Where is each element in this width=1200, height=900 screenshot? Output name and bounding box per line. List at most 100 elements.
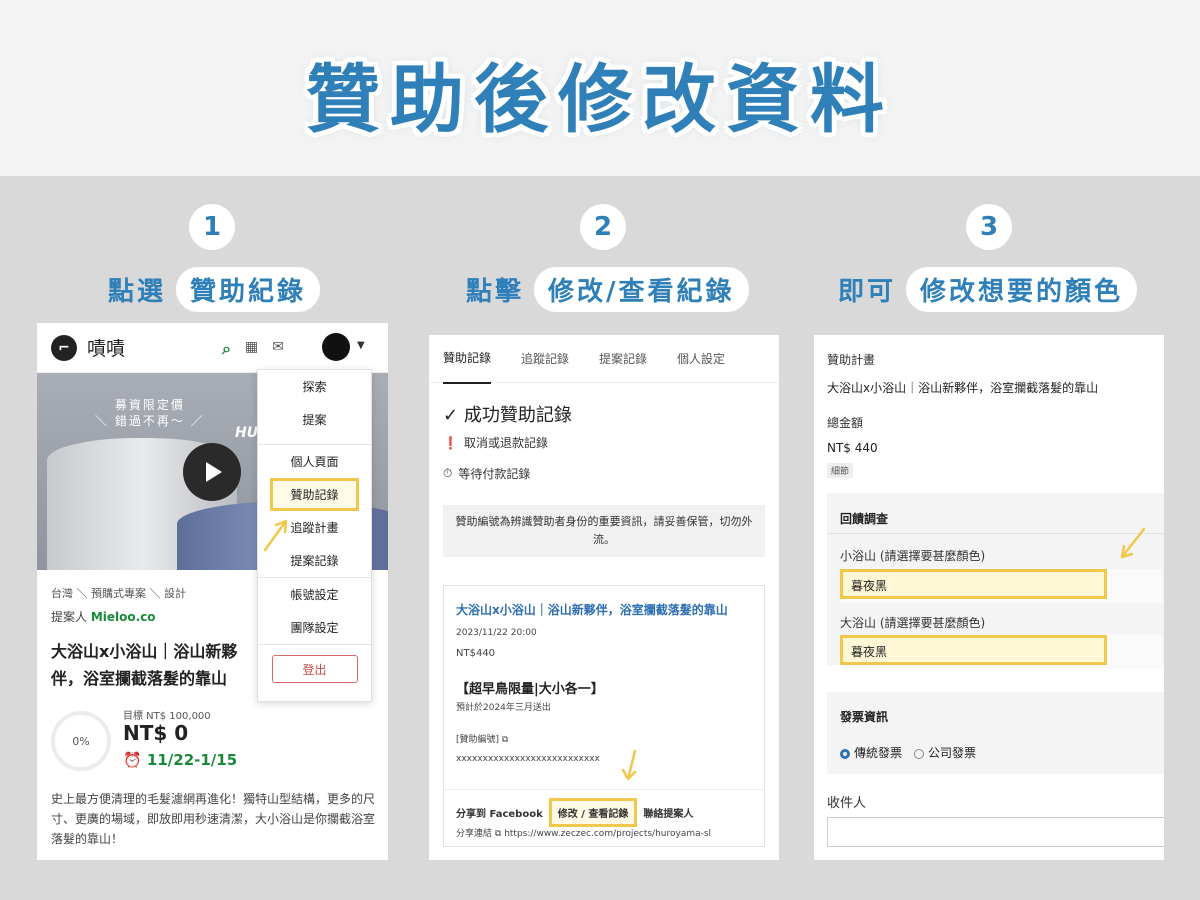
menu-item-sponsor-records[interactable]: 贊助記錄	[270, 478, 359, 511]
radio-icon	[914, 748, 925, 759]
menu-item-account-settings[interactable]: 帳號設定	[258, 578, 371, 611]
total-value: NT$ 440	[827, 441, 878, 455]
detail-tag[interactable]: 細節	[827, 463, 854, 478]
pointer-arrow-3	[1120, 527, 1146, 559]
grid-icon[interactable]: ▦	[245, 339, 258, 359]
alert-icon: ❗	[443, 435, 458, 450]
share-link-label: 分享連結	[456, 829, 493, 839]
funding-goal: 目標 NT$ 100,000	[123, 711, 211, 722]
breadcrumb[interactable]: 台灣 ＼ 預購式專案 ＼ 設計	[51, 585, 186, 601]
nav-icons: ⌕ ▦ ✉	[222, 339, 284, 359]
step-1-verb: 點選	[108, 277, 167, 307]
step-2-target: 修改/查看紀錄	[534, 267, 749, 312]
step-3-number: 3	[966, 204, 1012, 250]
receiver-input[interactable]	[827, 817, 1164, 847]
invoice-option-company[interactable]: 公司發票	[914, 744, 976, 761]
pointer-arrow-1	[263, 519, 288, 552]
tab-tracking-records[interactable]: 追蹤記錄	[521, 350, 569, 367]
campaign-dates: ⏰ 11/22-1/15	[123, 751, 237, 769]
panel-step-2: 贊助記錄 追蹤記錄 提案記錄 個人設定 ✓ 成功贊助記錄 ❗ 取消或退款記錄 ⏱…	[429, 335, 779, 860]
pending-label: 等待付款記錄	[458, 467, 531, 481]
record-price: NT$440	[456, 648, 496, 659]
receiver-label: 收件人	[827, 796, 867, 811]
invoice-option-traditional-label: 傳統發票	[854, 746, 903, 760]
step-1-caption: 點選 贊助紀錄	[108, 267, 321, 312]
logout-button[interactable]: 登出	[271, 655, 358, 683]
small-mountain-question: 小浴山 (請選擇要甚麼顏色)	[840, 549, 986, 563]
reward-name: 【超早鳥限量|大小各一】	[456, 682, 604, 697]
proposer-name[interactable]: Mieloo.co	[91, 610, 156, 624]
survey-heading: 回饋調查	[840, 512, 889, 526]
menu-item-profile[interactable]: 個人頁面	[258, 445, 371, 478]
pending-records-link[interactable]: ⏱ 等待付款記錄	[443, 465, 530, 482]
timer-icon: ⏱	[443, 466, 453, 480]
pointer-arrow-2	[621, 749, 637, 781]
menu-item-propose[interactable]: 提案	[258, 403, 371, 436]
page-title: 贊助後修改資料	[306, 57, 894, 143]
share-link-url[interactable]: https://www.zeczec.com/projects/huroyama…	[504, 829, 711, 839]
copy-icon[interactable]: ⧉	[502, 735, 508, 745]
hero-tag: HU	[235, 425, 259, 441]
mail-icon[interactable]: ✉	[272, 339, 284, 359]
play-icon[interactable]	[183, 443, 241, 501]
record-project-title[interactable]: 大浴山x小浴山｜浴山新夥伴，浴室攔截落髮的靠山	[456, 601, 728, 618]
progress-ring: 0%	[51, 711, 111, 771]
sponsor-record-card: 大浴山x小浴山｜浴山新夥伴，浴室攔截落髮的靠山 2023/11/22 20:00…	[443, 585, 765, 847]
sponsor-id-notice: 贊助編號為辨識贊助者身份的重要資訊，請妥善保管，切勿外流。	[443, 505, 765, 557]
step-3-caption: 即可 修改想要的顏色	[838, 267, 1138, 312]
copy-icon[interactable]: ⧉	[495, 829, 501, 839]
record-action-links: 分享到 Facebook 修改 / 查看記錄 聯絡提案人	[456, 798, 693, 827]
share-link-row: 分享連結 ⧉ https://www.zeczec.com/projects/h…	[456, 826, 711, 839]
proposer-label: 提案人	[51, 610, 88, 624]
step-1-number: 1	[189, 204, 235, 250]
large-mountain-color-select[interactable]: 暮夜黑	[840, 635, 1107, 665]
sponsor-id-label-text: [贊助編號]	[456, 735, 500, 745]
check-icon: ✓	[443, 405, 459, 426]
success-records-heading[interactable]: ✓ 成功贊助記錄	[443, 401, 572, 427]
total-label: 總金額	[827, 416, 864, 430]
step-3-target: 修改想要的顏色	[906, 267, 1138, 312]
share-facebook-link[interactable]: 分享到 Facebook	[456, 805, 543, 820]
success-label: 成功贊助記錄	[463, 405, 572, 426]
project-description: 史上最方便清理的毛髮濾網再進化！獨特山型結構，更多的尺寸、更廣的場域，即放即用秒…	[51, 792, 376, 846]
record-date: 2023/11/22 20:00	[456, 628, 537, 638]
avatar[interactable]	[322, 333, 350, 361]
menu-item-team-settings[interactable]: 團隊設定	[258, 611, 371, 644]
search-icon[interactable]: ⌕	[222, 339, 231, 359]
hero-text: 募資限定價 ＼ 錯過不再～ ／	[95, 398, 205, 428]
invoice-option-traditional[interactable]: 傳統發票	[840, 744, 902, 761]
small-mountain-color-select[interactable]: 暮夜黑	[840, 569, 1107, 599]
large-mountain-question: 大浴山 (請選擇要甚麼顏色)	[840, 616, 986, 630]
step-3-verb: 即可	[838, 277, 897, 307]
campaign-date-range: 11/22-1/15	[146, 751, 238, 769]
step-2-caption: 點擊 修改/查看紀錄	[466, 267, 749, 312]
plan-value: 大浴山x小浴山｜浴山新夥伴，浴室攔截落髮的靠山	[827, 381, 1099, 395]
invoice-heading: 發票資訊	[840, 710, 889, 724]
plan-label: 贊助計畫	[827, 353, 876, 367]
zeczec-logo[interactable]: ⌐	[51, 334, 77, 361]
invoice-section: 發票資訊	[827, 692, 1164, 774]
chevron-down-icon[interactable]: ▼	[357, 340, 365, 351]
proposer: 提案人 Mieloo.co	[51, 608, 156, 625]
funded-amount: NT$ 0	[123, 721, 189, 745]
tab-proposal-records[interactable]: 提案記錄	[599, 350, 647, 367]
invoice-options: 傳統發票 公司發票	[840, 744, 976, 761]
radio-icon	[840, 748, 850, 759]
menu-item-explore[interactable]: 探索	[258, 370, 371, 403]
step-1-target: 贊助紀錄	[176, 267, 321, 312]
refund-label: 取消或退款記錄	[463, 436, 548, 450]
project-title[interactable]: 大浴山x小浴山｜浴山新夥伴，浴室攔截落髮的靠山	[51, 638, 261, 692]
tab-personal-settings[interactable]: 個人設定	[677, 350, 725, 367]
sponsor-id-value: xxxxxxxxxxxxxxxxxxxxxxxxxxx	[456, 754, 600, 764]
clock-icon: ⏰	[123, 751, 142, 769]
contact-proposer-link[interactable]: 聯絡提案人	[643, 805, 693, 820]
step-2-number: 2	[580, 204, 626, 250]
record-tabs: 贊助記錄 追蹤記錄 提案記錄 個人設定	[429, 335, 779, 384]
edit-view-record-button[interactable]: 修改 / 查看記錄	[548, 798, 638, 827]
shipping-estimate: 預計於2024年三月送出	[456, 703, 551, 713]
refund-records-link[interactable]: ❗ 取消或退款記錄	[443, 434, 548, 451]
brand-name[interactable]: 嘖嘖	[87, 334, 125, 361]
invoice-option-company-label: 公司發票	[928, 746, 977, 760]
tab-sponsor-records[interactable]: 贊助記錄	[443, 335, 492, 384]
step-2-verb: 點擊	[466, 277, 525, 307]
